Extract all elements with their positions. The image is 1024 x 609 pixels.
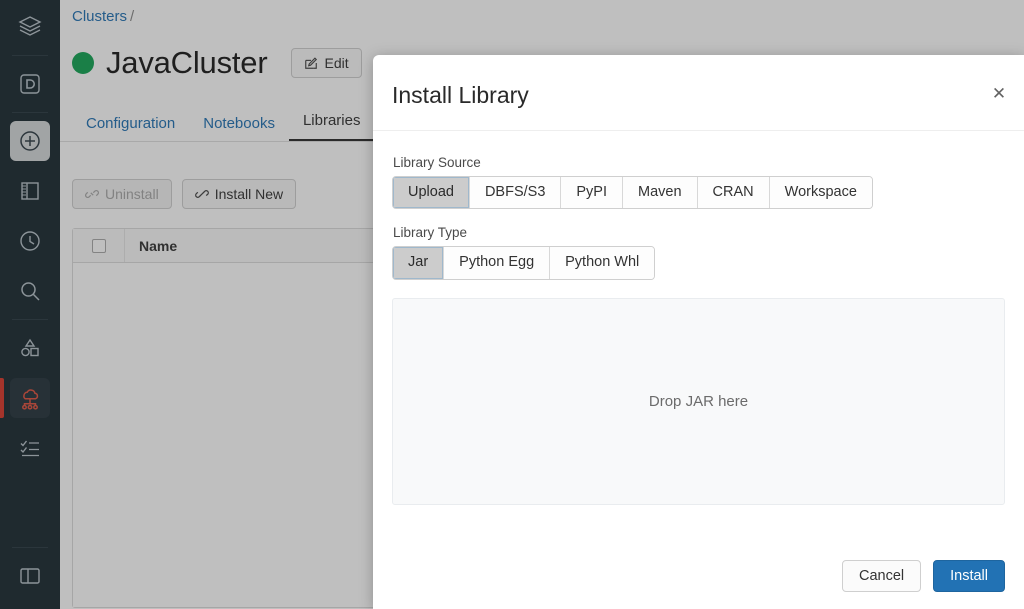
library-source-option-workspace[interactable]: Workspace — [769, 177, 872, 209]
close-icon[interactable]: ✕ — [988, 82, 1010, 104]
library-source-segmented-control: Upload DBFS/S3 PyPI Maven CRAN Workspace — [392, 176, 873, 210]
library-type-option-jar[interactable]: Jar — [393, 247, 445, 279]
dropzone-label: Drop JAR here — [648, 392, 749, 410]
modal-footer: Cancel Install — [373, 543, 1024, 609]
library-source-option-pypi[interactable]: PyPI — [561, 177, 624, 209]
modal-body: Library Source Upload DBFS/S3 PyPI Maven… — [373, 131, 1024, 543]
library-source-label: Library Source — [393, 155, 481, 170]
library-source-group: Library Source Upload DBFS/S3 PyPI Maven… — [392, 155, 1005, 210]
library-type-option-python-egg[interactable]: Python Egg — [444, 247, 551, 279]
app-root: Clusters / JavaCluster Edit Configuration… — [0, 0, 1024, 609]
file-dropzone[interactable]: Drop JAR here — [392, 297, 1005, 505]
library-type-option-python-whl[interactable]: Python Whl — [550, 247, 655, 279]
modal-title: Install Library — [392, 82, 529, 108]
library-type-label: Library Type — [393, 225, 468, 241]
install-library-modal: Install Library ✕ Library Source Upload … — [373, 55, 1024, 609]
library-source-option-maven[interactable]: Maven — [623, 177, 698, 209]
library-source-option-cran[interactable]: CRAN — [697, 177, 770, 209]
library-source-option-upload[interactable]: Upload — [393, 177, 470, 209]
cancel-button[interactable]: Cancel — [841, 560, 922, 592]
library-type-segmented-control: Jar Python Egg Python Whl — [392, 246, 656, 280]
modal-header: Install Library ✕ — [373, 55, 1024, 131]
library-source-option-dbfs-s3[interactable]: DBFS/S3 — [469, 177, 562, 209]
install-button[interactable]: Install — [933, 560, 1005, 592]
library-type-group: Library Type Jar Python Egg Python Whl — [392, 225, 1005, 280]
